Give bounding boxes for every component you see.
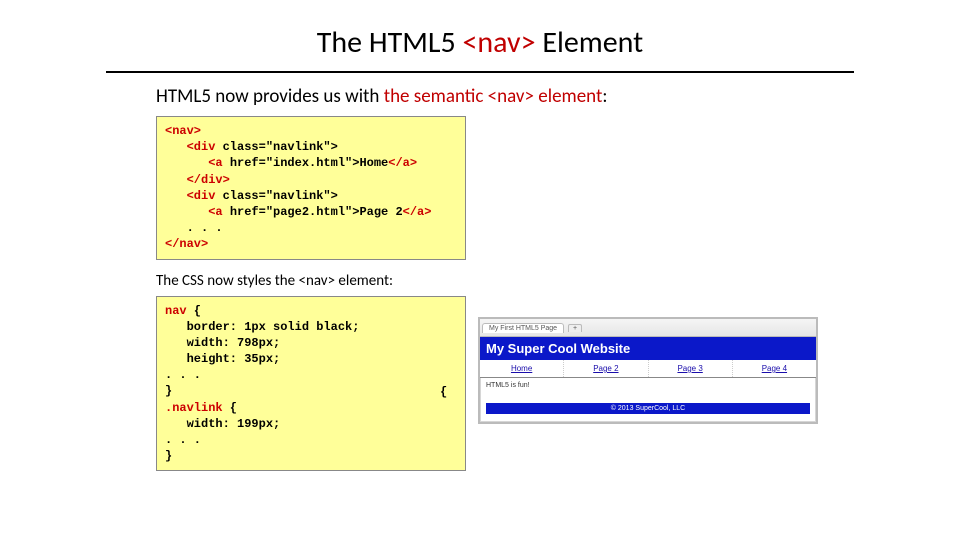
intro-suffix: : <box>602 85 607 108</box>
preview-nav-link: Page 3 <box>649 360 733 377</box>
title-prefix: The HTML5 <box>317 24 463 61</box>
browser-preview: My First HTML5 Page + My Super Cool Webs… <box>478 317 818 424</box>
css-code-box: nav { border: 1px solid black; width: 79… <box>156 296 466 472</box>
preview-nav-link: Page 2 <box>564 360 648 377</box>
preview-nav: Home Page 2 Page 3 Page 4 <box>480 360 816 378</box>
preview-banner: My Super Cool Website <box>480 337 816 360</box>
preview-nav-link: Home <box>480 360 564 377</box>
preview-body-text: HTML5 is fun! <box>480 378 816 399</box>
slide-title: The HTML5 <nav> Element <box>0 0 960 67</box>
browser-tab: My First HTML5 Page <box>482 323 564 333</box>
intro-line: HTML5 now provides us with the semantic … <box>156 85 820 108</box>
intro-prefix: HTML5 now provides us with <box>156 85 384 108</box>
css-subhead: The CSS now styles the <nav> element: <box>156 272 820 290</box>
preview-footer: © 2013 SuperCool, LLC <box>486 403 810 414</box>
obscured-code-fragment: { <box>440 385 447 399</box>
title-suffix: Element <box>536 24 644 61</box>
preview-nav-link: Page 4 <box>733 360 816 377</box>
browser-tab-plus: + <box>568 324 582 332</box>
title-underline <box>106 71 854 73</box>
title-tag: <nav> <box>462 24 535 61</box>
browser-tabbar: My First HTML5 Page + <box>480 319 816 337</box>
html-code-box: <nav> <div class="navlink"> <a href="ind… <box>156 116 466 260</box>
intro-highlight: the semantic <nav> element <box>384 85 603 108</box>
